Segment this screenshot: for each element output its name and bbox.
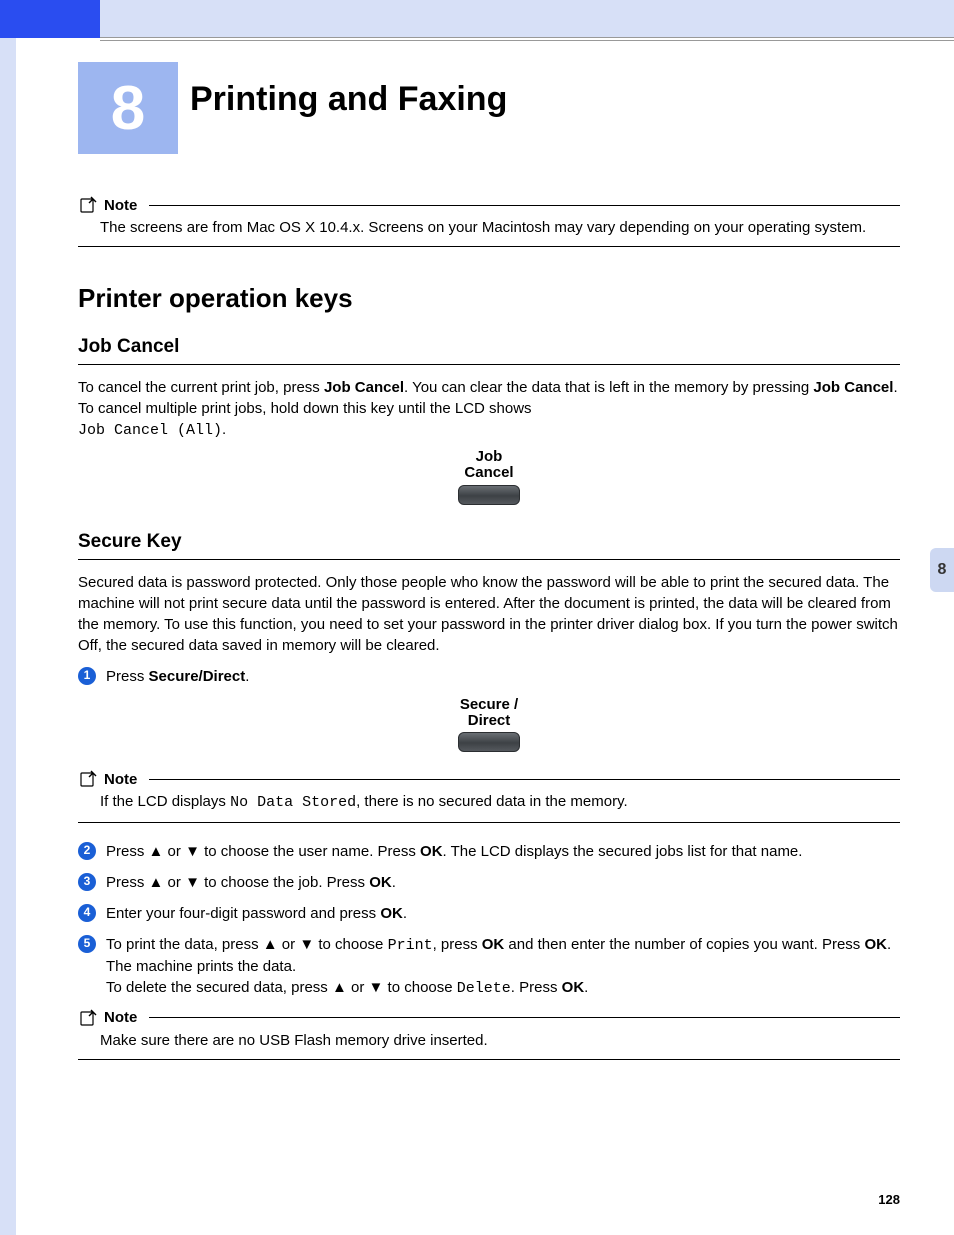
note-block-1: Note The screens are from Mac OS X 10.4.… bbox=[78, 196, 900, 247]
step-number-2: 2 bbox=[78, 842, 96, 860]
up-arrow-icon: ▲ bbox=[149, 843, 164, 860]
down-arrow-icon: ▼ bbox=[185, 843, 200, 860]
note-rule bbox=[149, 1017, 900, 1018]
note-footer-rule bbox=[78, 822, 900, 823]
step-3: 3 Press ▲ or ▼ to choose the job. Press … bbox=[78, 872, 900, 893]
left-margin-strip bbox=[0, 38, 16, 1235]
button-label-job: Job bbox=[78, 449, 900, 465]
note-block-2: Note If the LCD displays No Data Stored,… bbox=[78, 770, 900, 822]
subsection-heading-secure-key: Secure Key bbox=[78, 531, 900, 560]
side-tab-chapter: 8 bbox=[930, 548, 954, 592]
down-arrow-icon: ▼ bbox=[369, 979, 384, 996]
section-heading-printer-op-keys: Printer operation keys bbox=[78, 283, 900, 314]
page-content: Note The screens are from Mac OS X 10.4.… bbox=[78, 190, 900, 1078]
note-icon bbox=[78, 1009, 98, 1027]
chapter-title: Printing and Faxing bbox=[190, 80, 507, 119]
button-label-secure: Secure / bbox=[78, 697, 900, 713]
secure-direct-button-figure: Secure / Direct bbox=[78, 697, 900, 757]
note-body: The screens are from Mac OS X 10.4.x. Sc… bbox=[100, 218, 900, 238]
job-cancel-button-figure: Job Cancel bbox=[78, 449, 900, 509]
chapter-number-box: 8 bbox=[78, 62, 178, 154]
down-arrow-icon: ▼ bbox=[299, 936, 314, 953]
hardware-button-secure-direct bbox=[458, 732, 520, 752]
header-accent-left bbox=[0, 0, 100, 38]
note-rule bbox=[149, 779, 900, 780]
step-5: 5 To print the data, press ▲ or ▼ to cho… bbox=[78, 934, 900, 999]
note-icon bbox=[78, 196, 98, 214]
note-block-3: Note Make sure there are no USB Flash me… bbox=[78, 1009, 900, 1060]
step-number-4: 4 bbox=[78, 904, 96, 922]
note-title: Note bbox=[104, 197, 137, 214]
step-number-5: 5 bbox=[78, 935, 96, 953]
secure-key-paragraph: Secured data is password protected. Only… bbox=[78, 572, 900, 656]
step-4: 4 Enter your four-digit password and pre… bbox=[78, 903, 900, 924]
up-arrow-icon: ▲ bbox=[149, 874, 164, 891]
note-body: Make sure there are no USB Flash memory … bbox=[100, 1031, 900, 1051]
header-accent-right bbox=[100, 0, 954, 38]
step-1: 1 Press Secure/Direct. bbox=[78, 666, 900, 687]
up-arrow-icon: ▲ bbox=[263, 936, 278, 953]
page-number: 128 bbox=[878, 1192, 900, 1207]
up-arrow-icon: ▲ bbox=[332, 979, 347, 996]
down-arrow-icon: ▼ bbox=[185, 874, 200, 891]
note-rule bbox=[149, 205, 900, 206]
note-icon bbox=[78, 770, 98, 788]
button-label-cancel: Cancel bbox=[78, 465, 900, 481]
subsection-heading-job-cancel: Job Cancel bbox=[78, 336, 900, 365]
note-body: If the LCD displays No Data Stored, ther… bbox=[100, 792, 900, 813]
note-footer-rule bbox=[78, 246, 900, 247]
step-2: 2 Press ▲ or ▼ to choose the user name. … bbox=[78, 841, 900, 862]
button-label-direct: Direct bbox=[78, 713, 900, 729]
job-cancel-paragraph: To cancel the current print job, press J… bbox=[78, 377, 900, 441]
note-title: Note bbox=[104, 771, 137, 788]
note-title: Note bbox=[104, 1009, 137, 1026]
step-number-1: 1 bbox=[78, 667, 96, 685]
hardware-button-job-cancel bbox=[458, 485, 520, 505]
step-number-3: 3 bbox=[78, 873, 96, 891]
note-footer-rule bbox=[78, 1059, 900, 1060]
